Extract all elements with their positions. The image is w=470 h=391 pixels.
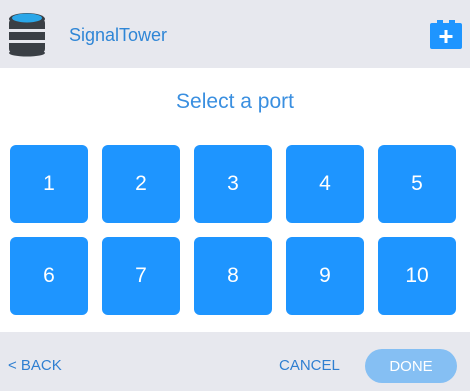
app-header: SignalTower <box>0 0 470 68</box>
port-button-6[interactable]: 6 <box>10 237 88 315</box>
cancel-button[interactable]: CANCEL <box>279 357 340 375</box>
done-button[interactable]: DONE <box>365 349 457 383</box>
port-button-1[interactable]: 1 <box>10 145 88 223</box>
page-title: Select a port <box>176 90 294 113</box>
main-panel: Select a port 1 2 3 4 5 6 7 8 9 10 <box>0 68 470 332</box>
database-icon <box>9 13 45 57</box>
port-button-7[interactable]: 7 <box>102 237 180 315</box>
back-button[interactable]: < BACK <box>8 357 62 375</box>
port-button-4[interactable]: 4 <box>286 145 364 223</box>
port-button-2[interactable]: 2 <box>102 145 180 223</box>
port-button-9[interactable]: 9 <box>286 237 364 315</box>
add-battery-icon[interactable] <box>430 20 462 49</box>
footer-bar: < BACK CANCEL DONE <box>0 332 470 391</box>
port-button-5[interactable]: 5 <box>378 145 456 223</box>
port-button-8[interactable]: 8 <box>194 237 272 315</box>
port-button-3[interactable]: 3 <box>194 145 272 223</box>
app-title: SignalTower <box>69 25 168 45</box>
port-button-10[interactable]: 10 <box>378 237 456 315</box>
